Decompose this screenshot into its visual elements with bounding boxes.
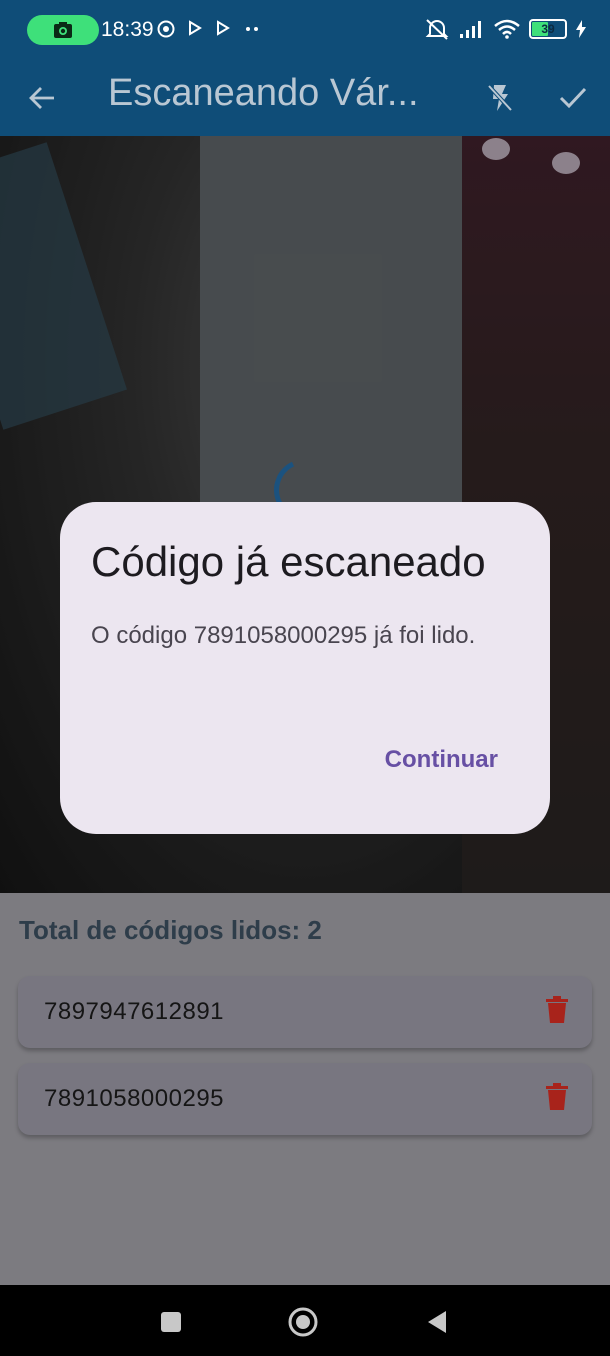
code-value: 7891058000295 (44, 1085, 225, 1112)
check-icon (559, 87, 587, 109)
square-icon (161, 1312, 181, 1332)
flash-toggle-button[interactable] (476, 74, 524, 122)
code-value: 7897947612891 (44, 998, 225, 1025)
recents-button[interactable] (154, 1305, 188, 1339)
vibrate-off-icon (425, 19, 449, 40)
continue-button[interactable]: Continuar (385, 746, 498, 774)
trash-icon[interactable] (546, 1083, 568, 1111)
screen-record-indicator (27, 15, 99, 45)
status-time: 18:39 (101, 18, 154, 41)
charging-icon (576, 20, 586, 38)
app-bar: Escaneando Vár... (0, 60, 610, 136)
flash-off-icon (487, 84, 513, 112)
back-button[interactable] (18, 74, 66, 122)
play-icon (217, 20, 230, 36)
wifi-icon (494, 19, 520, 39)
more-notifications-icon (246, 27, 258, 31)
arrow-left-icon (29, 87, 54, 109)
play-icon (189, 20, 202, 36)
back-nav-button[interactable] (420, 1305, 454, 1339)
page-title: Escaneando Vár... (108, 72, 419, 114)
home-circle-icon (288, 1307, 318, 1337)
status-bar: 18:39 39 (0, 0, 610, 60)
battery-level: 39 (541, 22, 555, 36)
confirm-button[interactable] (549, 74, 597, 122)
already-scanned-dialog: Código já escaneado O código 78910580002… (60, 502, 550, 834)
signal-icon (460, 21, 481, 38)
chrome-icon (157, 20, 175, 38)
list-item: 7891058000295 (18, 1063, 592, 1135)
camera-icon (54, 22, 72, 38)
system-nav-bar (0, 1285, 610, 1356)
list-item: 7897947612891 (18, 976, 592, 1048)
home-button[interactable] (286, 1305, 320, 1339)
battery-indicator: 39 (529, 19, 567, 39)
scanned-codes-panel: Total de códigos lidos: 2 7897947612891 … (0, 893, 610, 1285)
dialog-title: Código já escaneado (91, 538, 486, 585)
trash-icon[interactable] (546, 996, 568, 1024)
triangle-back-icon (428, 1311, 446, 1333)
dialog-message: O código 7891058000295 já foi lido. (91, 622, 476, 649)
total-codes-label: Total de códigos lidos: 2 (19, 915, 322, 945)
